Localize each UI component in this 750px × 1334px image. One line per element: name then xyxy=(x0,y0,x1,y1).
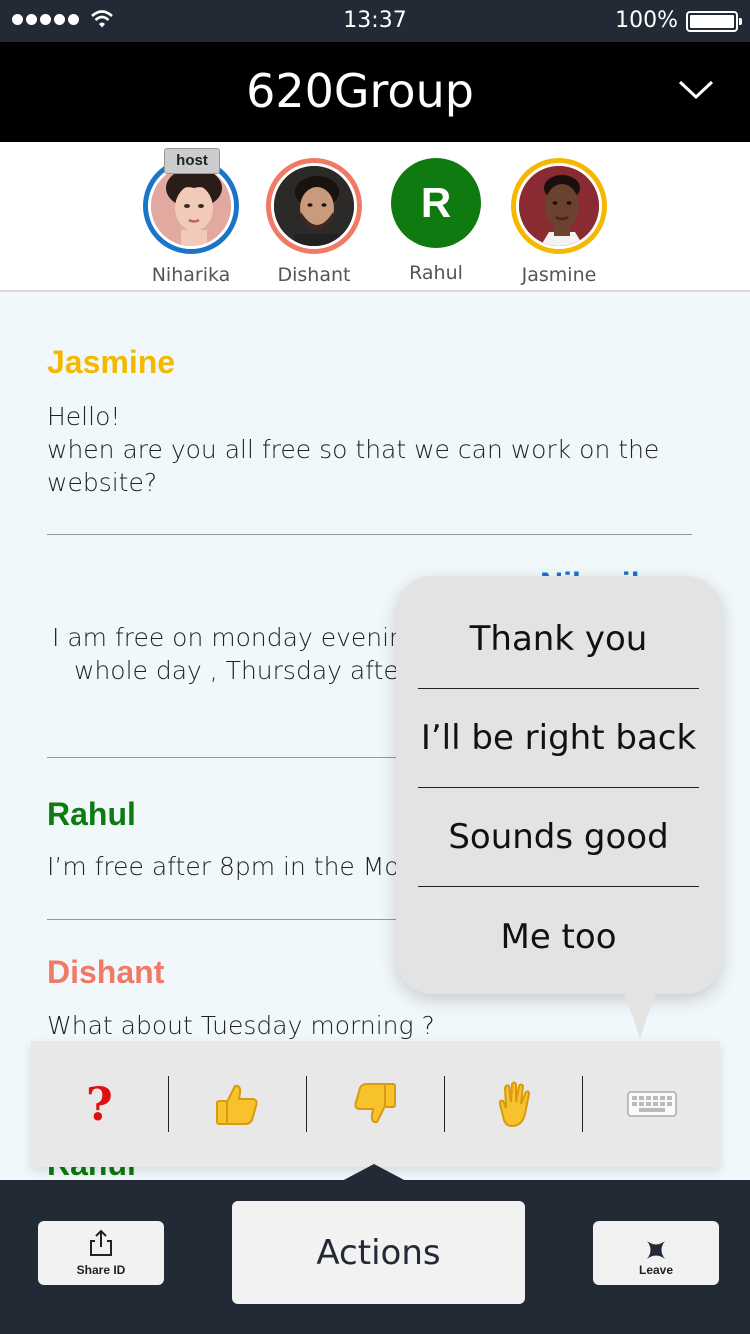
thumbs-down-icon[interactable] xyxy=(307,1076,444,1132)
quick-reply-me-too[interactable]: Me too xyxy=(418,887,699,986)
bottom-bar: Share ID Actions Leave xyxy=(0,1164,750,1334)
battery-icon xyxy=(686,11,742,32)
avatar: R xyxy=(391,158,481,248)
group-header: 620Group xyxy=(0,42,750,142)
actions-button[interactable]: Actions xyxy=(232,1201,525,1304)
avatar xyxy=(266,158,362,254)
group-title: 620Group xyxy=(246,64,474,118)
message-text: What about Tuesday morning ? xyxy=(47,1011,435,1040)
quick-reply-sounds-good[interactable]: Sounds good xyxy=(418,788,699,887)
raised-hand-icon[interactable] xyxy=(445,1076,582,1132)
quick-replies-popup: Thank you I’ll be right back Sounds good… xyxy=(396,576,722,1038)
message-text: I’m free after 8pm in the Mon xyxy=(47,852,416,881)
share-icon xyxy=(90,1229,112,1256)
participant-dishant[interactable]: Dishant xyxy=(254,158,374,286)
avatar xyxy=(511,158,607,254)
participant-niharika[interactable]: host Niharika xyxy=(131,148,251,286)
participant-name: Rahul xyxy=(409,262,463,284)
participant-name: Dishant xyxy=(277,264,351,286)
leave-label: Leave xyxy=(638,1263,674,1277)
message-sender: Jasmine xyxy=(47,344,176,380)
participant-name: Jasmine xyxy=(521,264,597,286)
participant-jasmine[interactable]: Jasmine xyxy=(499,158,619,286)
share-id-button[interactable]: Share ID xyxy=(38,1221,164,1285)
keyboard-icon[interactable] xyxy=(583,1076,720,1132)
message-sender: Dishant xyxy=(47,954,165,990)
chevron-down-icon[interactable] xyxy=(678,80,714,100)
leave-button[interactable]: Leave xyxy=(593,1221,719,1285)
participant-name: Niharika xyxy=(151,264,231,286)
battery-percentage: 100% xyxy=(615,8,678,33)
reaction-bar: ? xyxy=(31,1041,720,1167)
share-id-label: Share ID xyxy=(76,1263,126,1277)
thumbs-up-icon[interactable] xyxy=(169,1076,306,1132)
host-badge: host xyxy=(164,148,220,174)
message-text: Hello! when are you all free so that we … xyxy=(47,402,660,497)
quick-reply-thank-you[interactable]: Thank you xyxy=(418,590,699,689)
message-sender: Rahul xyxy=(47,796,136,832)
close-icon xyxy=(647,1241,665,1259)
question-icon[interactable]: ? xyxy=(31,1076,168,1132)
message-divider xyxy=(47,534,692,535)
participant-rahul[interactable]: R Rahul xyxy=(376,158,496,284)
quick-reply-right-back[interactable]: I’ll be right back xyxy=(418,689,699,788)
message-text: I am free on monday evening whole day , … xyxy=(52,623,420,685)
status-bar: 13:37 100% xyxy=(0,0,750,42)
participants-bar: host Niharika Dishant R Rahul Jasmine xyxy=(0,142,750,292)
